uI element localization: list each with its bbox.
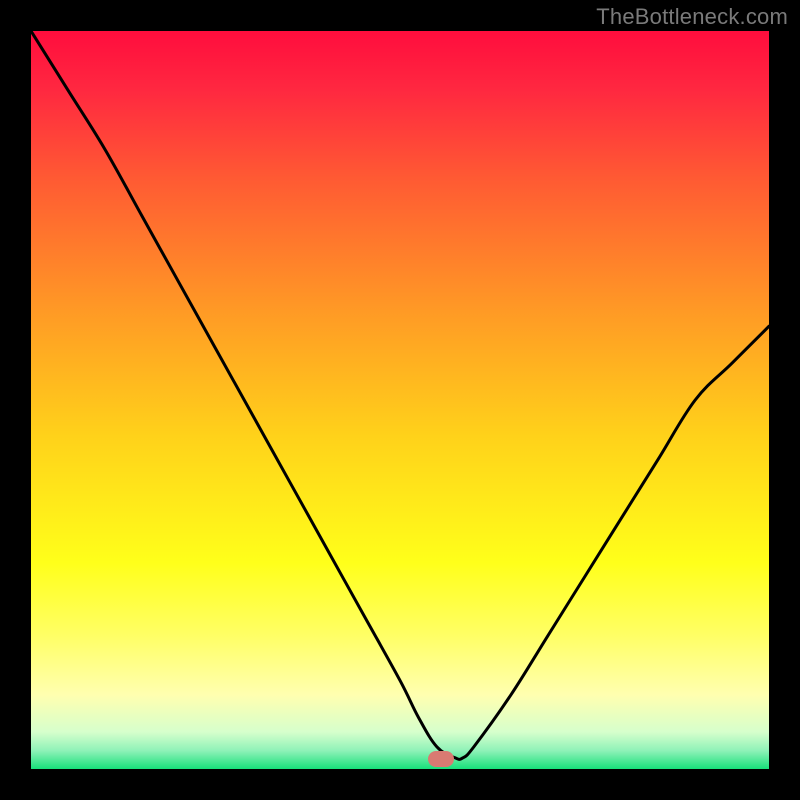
background-gradient	[31, 31, 769, 769]
chart-frame: TheBottleneck.com	[0, 0, 800, 800]
plot-area	[31, 31, 769, 769]
watermark-text: TheBottleneck.com	[596, 4, 788, 30]
